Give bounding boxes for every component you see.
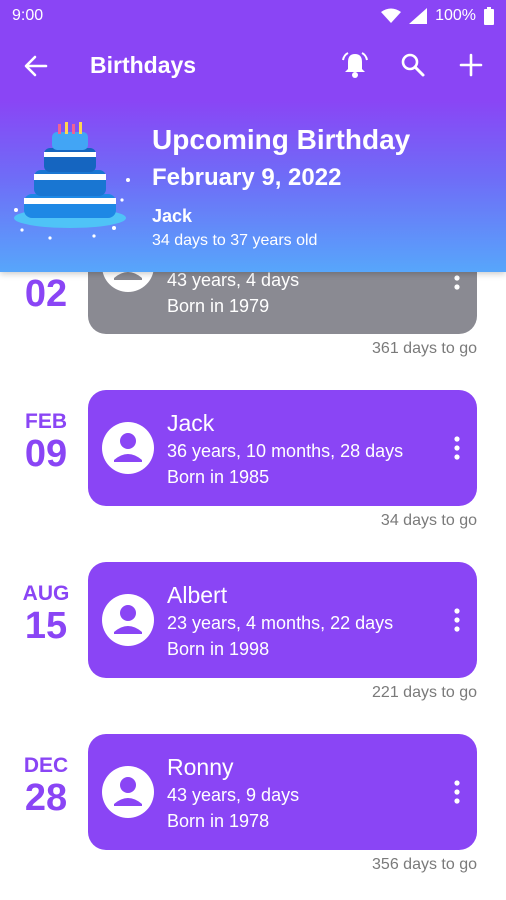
entry-day: 09 [24,433,68,475]
banner-date: February 9, 2022 [152,164,342,191]
days-to-go: 356 days to go [372,856,477,873]
status-bar: 9:00 100% [0,0,506,32]
upcoming-birthday-banner[interactable]: Upcoming Birthday February 9, 2022 Jack … [0,100,506,272]
avatar-icon [102,422,154,474]
entry-month: DEC [23,754,69,777]
days-to-go: 34 days to go [380,512,477,529]
days-to-go: 361 days to go [372,340,477,357]
birthday-card[interactable]: Ronny 43 years, 9 days Born in 1978 [88,734,477,850]
list-item: FEB 09 Jack 36 years, 10 months, 28 days… [0,390,506,550]
banner-subtitle: 34 days to 37 years old [152,232,318,249]
signal-icon [409,8,428,24]
banner-heading: Upcoming Birthday [152,124,411,155]
more-options-icon[interactable] [452,780,462,804]
entry-day: 28 [24,777,68,819]
date-column: AUG 15 [10,582,82,648]
birthday-card[interactable]: Jack 36 years, 10 months, 28 days Born i… [88,390,477,506]
entry-day: 15 [24,605,68,647]
avatar-icon [102,766,154,818]
list-item: AUG 15 Albert 23 years, 4 months, 22 day… [0,562,506,722]
bell-icon[interactable] [340,50,370,80]
card-age: 23 years, 4 months, 22 days [167,613,394,633]
more-options-icon[interactable] [452,436,462,460]
card-name: Ronny [167,754,234,780]
wifi-icon [381,8,402,23]
entry-month: AUG [22,582,70,605]
card-name: Jack [167,410,215,436]
card-born: Born in 1978 [167,811,270,831]
add-icon[interactable] [456,50,486,80]
status-icons: 100% [381,7,494,25]
days-to-go: 221 days to go [372,684,477,701]
entry-day: 02 [24,273,68,315]
birthday-card[interactable]: Albert 23 years, 4 months, 22 days Born … [88,562,477,678]
card-age: 43 years, 4 days [167,270,300,290]
page-title: Birthdays [90,52,197,78]
more-options-icon[interactable] [452,608,462,632]
card-age: 36 years, 10 months, 28 days [167,441,404,461]
battery-level: 100% [435,7,476,24]
search-icon[interactable] [398,50,428,80]
date-column: 02 [10,273,82,316]
battery-icon [484,7,494,25]
cake-icon [10,120,135,250]
status-time: 9:00 [12,7,44,24]
card-age: 43 years, 9 days [167,785,300,805]
avatar-icon [102,594,154,646]
back-arrow-icon[interactable] [22,52,50,80]
app-toolbar: Birthdays [0,32,506,100]
card-born: Born in 1985 [167,467,270,487]
banner-name: Jack [152,206,193,226]
date-column: FEB 09 [10,410,82,476]
card-born: Born in 1998 [167,639,270,659]
entry-month: FEB [25,410,67,433]
list-item: DEC 28 Ronny 43 years, 9 days Born in 19… [0,734,506,894]
card-name: Albert [167,582,228,608]
date-column: DEC 28 [10,754,82,820]
card-born: Born in 1979 [167,296,270,316]
